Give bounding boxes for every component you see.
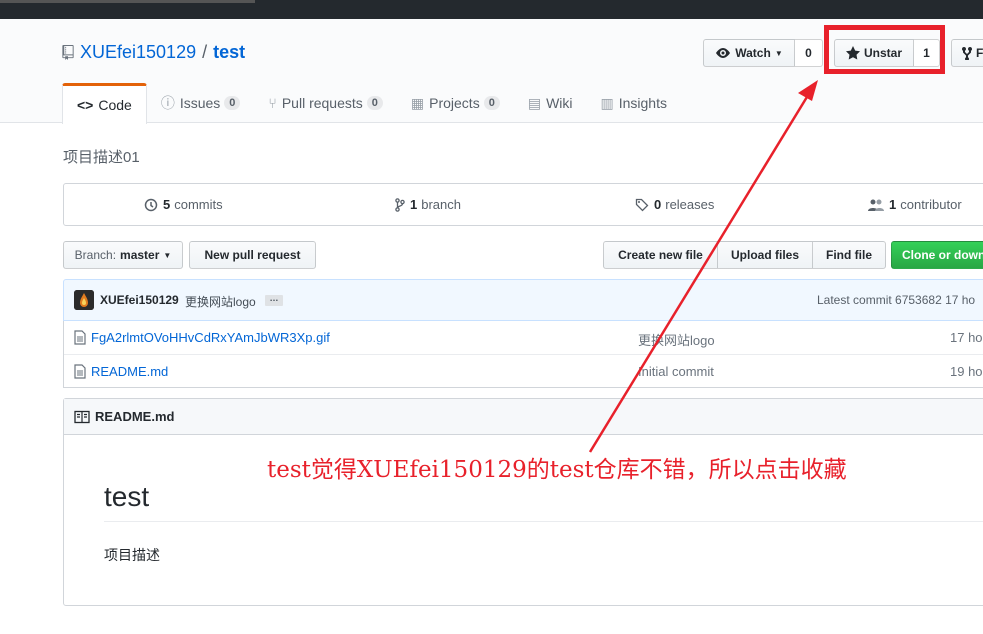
latest-commit-info[interactable]: Latest commit 6753682 17 ho [817,293,975,307]
branch-count: 1 [410,197,418,212]
title-separator: / [202,42,208,62]
owner-link[interactable]: XUEfei150129 [80,42,196,63]
book-icon: ▤ [527,94,542,111]
projects-count-badge: 0 [483,96,500,110]
history-icon [144,198,158,211]
chevron-down-icon: ▼ [163,250,172,260]
watch-count[interactable]: 0 [795,39,823,67]
contributors-link[interactable]: 1 contributor [868,197,962,212]
create-new-file-button[interactable]: Create new file [603,241,718,269]
file-icon [74,330,86,345]
tab-pull-requests[interactable]: ⑂ Pull requests 0 [254,83,396,123]
repo-title: XUEfei150129 / test [62,42,245,63]
commit-message[interactable]: 更换网站logo [185,293,256,310]
contributor-label: contributor [900,197,962,212]
releases-count: 0 [654,197,662,212]
branch-label: branch [421,197,461,212]
watch-button[interactable]: Watch ▼ [703,39,795,67]
find-file-button[interactable]: Find file [812,241,886,269]
tab-label: Insights [618,95,667,111]
repo-header: XUEfei150129 / test Watch ▼ 0 Unstar 1 F… [0,19,983,124]
annotation-text: test觉得XUEfei150129的test仓库不错，所以点击收藏 [267,457,847,483]
watch-label: Watch [735,46,771,60]
repo-tabs: <> Code ⓘ Issues 0 ⑂ Pull requests 0 ▦ P… [62,83,681,124]
readme-filename: README.md [95,409,175,424]
commits-count: 5 [163,197,171,212]
tab-label: Code [98,97,132,113]
branch-name: master [120,248,160,262]
project-icon: ▦ [410,94,425,111]
tab-code[interactable]: <> Code [62,83,147,124]
readme-body: 项目描述 [104,547,160,563]
clone-or-download-button[interactable]: Clone or download [891,241,983,269]
tab-label: Projects [429,95,480,111]
file-list: FgA2rlmtOVoHHvCdRxYAmJbWR3Xp.gif 更换网站log… [63,321,983,388]
fork-label: F [976,46,983,60]
repo-summary-bar: 5 commits 1 branch 0 releases 1 contribu… [63,183,983,226]
repo-link[interactable]: test [213,42,245,63]
branch-prefix: Branch: [74,248,117,262]
top-nav-highlight [0,0,255,3]
pull-requests-count-badge: 0 [366,96,383,110]
readme-heading: test [104,481,983,522]
branch-select-button[interactable]: Branch: master ▼ [63,241,183,269]
new-pull-request-button[interactable]: New pull request [189,241,316,269]
people-icon [868,199,884,211]
avatar[interactable] [74,290,94,310]
tab-insights[interactable]: ▥ Insights [587,83,681,123]
latest-commit-bar: XUEfei150129 更换网站logo … Latest commit 67… [63,279,983,321]
file-name-link[interactable]: README.md [91,364,168,379]
pull-request-icon: ⑂ [268,95,277,111]
readme-header: README.md [64,399,983,435]
contributor-count: 1 [889,197,897,212]
branches-link[interactable]: 1 branch [395,197,461,212]
table-row: FgA2rlmtOVoHHvCdRxYAmJbWR3Xp.gif 更换网站log… [64,321,983,354]
commit-author[interactable]: XUEfei150129 [100,293,179,307]
book-icon [74,410,90,423]
tab-label: Pull requests [281,95,363,111]
readme-panel: README.md test 项目描述 [63,398,983,606]
file-commit-message[interactable]: Initial commit [638,364,714,379]
annotation-highlight-box [824,25,945,74]
upload-files-button[interactable]: Upload files [717,241,813,269]
commits-label: commits [174,197,223,212]
fork-button[interactable]: F [951,39,983,67]
repo-description: 项目描述01 [63,149,140,166]
issues-count-badge: 0 [224,96,241,110]
code-icon: <> [77,97,94,113]
commit-ellipsis-button[interactable]: … [265,294,283,306]
tab-wiki[interactable]: ▤ Wiki [514,83,587,123]
file-age: 17 ho [950,330,983,345]
avatar-image [74,290,94,310]
releases-link[interactable]: 0 releases [635,197,714,212]
file-icon [74,364,86,379]
tag-icon [635,198,649,211]
graph-icon: ▥ [600,94,614,111]
top-nav-bar [0,0,983,19]
file-age: 19 ho [950,364,983,379]
file-commit-message[interactable]: 更换网站logo [638,330,715,349]
fork-icon [962,46,972,60]
chevron-down-icon: ▼ [774,48,783,58]
repo-icon [62,45,74,60]
branch-icon [395,197,405,212]
releases-label: releases [665,197,715,212]
tab-issues[interactable]: ⓘ Issues 0 [147,83,255,123]
tab-projects[interactable]: ▦ Projects 0 [397,83,514,123]
tab-label: Issues [179,95,221,111]
table-row: README.md Initial commit 19 ho [64,354,983,387]
tab-label: Wiki [546,95,573,111]
issue-icon: ⓘ [160,95,175,111]
commits-link[interactable]: 5 commits [144,197,223,212]
eye-icon [716,48,731,58]
file-name-link[interactable]: FgA2rlmtOVoHHvCdRxYAmJbWR3Xp.gif [91,330,330,345]
